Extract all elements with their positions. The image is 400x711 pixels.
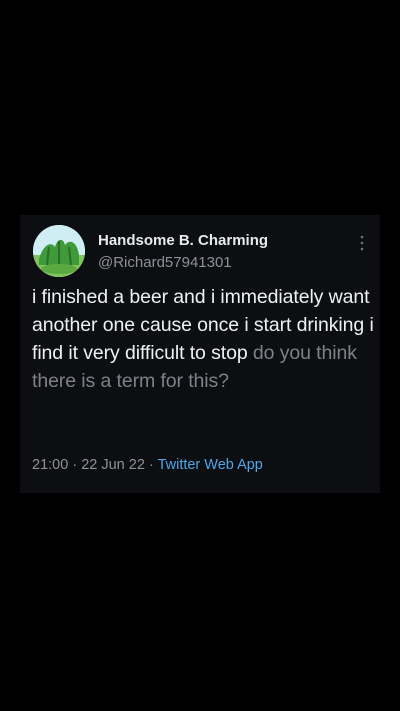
- cactus-avatar-icon: [33, 225, 85, 277]
- avatar[interactable]: [33, 225, 85, 277]
- tweet-text: i finished a beer and i immediately want…: [32, 283, 374, 395]
- tweet-meta: 21:00 · 22 Jun 22 · Twitter Web App: [32, 457, 263, 473]
- screen: Handsome B. Charming @Richard57941301 i …: [0, 0, 400, 711]
- more-options-icon[interactable]: [358, 235, 366, 251]
- tweet-time[interactable]: 21:00: [32, 457, 68, 473]
- meta-separator: ·: [148, 457, 154, 473]
- tweet-card[interactable]: Handsome B. Charming @Richard57941301 i …: [20, 215, 380, 493]
- user-handle[interactable]: @Richard57941301: [98, 254, 232, 271]
- tweet-source-link[interactable]: Twitter Web App: [158, 457, 263, 473]
- meta-separator: ·: [72, 457, 78, 473]
- tweet-date[interactable]: 22 Jun 22: [81, 457, 145, 473]
- display-name[interactable]: Handsome B. Charming: [98, 232, 268, 249]
